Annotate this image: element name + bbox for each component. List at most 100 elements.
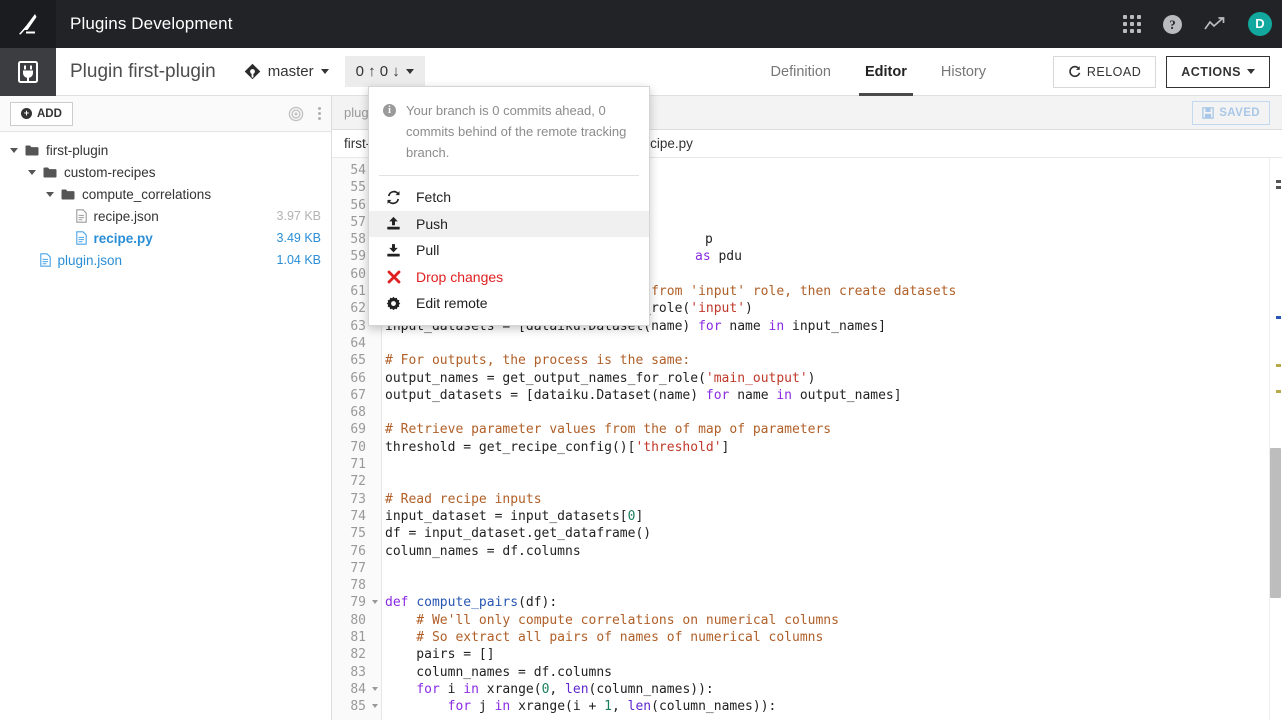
add-label: ADD (37, 107, 62, 120)
code-line: for j in xrange(i + 1, len(column_names)… (385, 698, 1282, 715)
branch-selector[interactable]: master (238, 59, 335, 84)
code-token: 'main_output' (705, 370, 808, 386)
code-token: , (549, 681, 566, 697)
tree-item-recipe-json[interactable]: recipe.json 3.97 KB (0, 205, 331, 227)
code-token: input_names] (784, 318, 886, 334)
commit-status-button[interactable]: 0 ↑ 0 ↓ (344, 56, 425, 87)
bird-logo-icon (19, 14, 37, 35)
trending-chart-icon[interactable] (1204, 16, 1226, 32)
code-token: input_dataset = input_datasets[ (385, 508, 628, 524)
avatar[interactable]: D (1248, 12, 1272, 36)
fold-toggle-icon[interactable] (372, 600, 378, 605)
code-line: # Retrieve parameter values from the of … (385, 421, 1282, 438)
code-token: # For outputs, the process is the same: (385, 353, 691, 369)
code-line: # We'll only compute correlations on num… (385, 612, 1282, 629)
tree-item-label: recipe.json (93, 208, 159, 224)
fold-toggle-icon[interactable] (372, 686, 378, 691)
code-token: ] (721, 439, 730, 455)
tree-item-recipe-py[interactable]: recipe.py 3.49 KB (0, 227, 331, 249)
menu-item-fetch[interactable]: Fetch (369, 184, 649, 211)
file-tree: first-plugin custom-recipes compute_correl… (0, 132, 331, 271)
saved-status-button[interactable]: SAVED (1192, 100, 1270, 125)
line-number: 75 (350, 526, 366, 542)
code-token: # So extract all pairs of names of numer… (385, 630, 824, 646)
code-token: 'input' (690, 301, 746, 317)
scroll-marker (1276, 186, 1281, 189)
tree-item-label: custom-recipes (64, 164, 156, 180)
more-vertical-icon[interactable] (318, 107, 321, 120)
tree-twisty-icon[interactable] (10, 147, 18, 153)
sidebar-tools (288, 106, 321, 122)
menu-item-drop-changes[interactable]: Drop changes (369, 264, 649, 291)
file-tree-sidebar: + ADD first-plugin custom-recipes compute_… (0, 96, 332, 720)
add-button[interactable]: + ADD (10, 101, 73, 126)
chevron-down-icon (1247, 69, 1255, 74)
tree-item-label: plugin.json (57, 252, 123, 268)
line-number: 81 (350, 630, 366, 646)
code-token: 'threshold' (635, 439, 722, 455)
reload-button[interactable]: RELOAD (1052, 55, 1157, 88)
sidebar-toolbar: + ADD (0, 96, 331, 132)
code-token: name (729, 387, 777, 403)
line-number: 76 (350, 543, 366, 559)
code-line: df = input_dataset.get_dataframe() (385, 525, 1282, 542)
tree-item-plugin-json[interactable]: plugin.json 1.04 KB (0, 249, 331, 271)
tree-twisty-icon[interactable] (46, 191, 54, 197)
upload-icon (385, 216, 402, 231)
line-number: 64 (350, 335, 366, 351)
menu-item-edit-remote[interactable]: Edit remote (369, 290, 649, 317)
help-icon[interactable]: ? (1163, 14, 1182, 34)
tab-definition[interactable]: Definition (771, 48, 831, 96)
tree-twisty-icon[interactable] (28, 169, 36, 175)
code-token: # Read recipe inputs (385, 491, 542, 507)
menu-spacer (369, 176, 649, 184)
folder-icon (25, 145, 39, 155)
fold-toggle-icon[interactable] (372, 704, 378, 709)
line-number: 73 (350, 491, 366, 507)
menu-label: Drop changes (416, 268, 504, 285)
tab-editor[interactable]: Editor (859, 48, 913, 96)
code-token: df = input_dataset.get_dataframe() (385, 526, 652, 542)
menu-item-pull[interactable]: Pull (369, 237, 649, 264)
code-line: output_datasets = [dataiku.Dataset(name)… (385, 387, 1282, 404)
target-icon[interactable] (288, 106, 304, 122)
tree-item-compute-correlations[interactable]: compute_correlations (0, 183, 331, 205)
menu-label: Fetch (416, 189, 452, 206)
code-token: in (776, 387, 793, 403)
code-token: # We'll only compute correlations on num… (385, 612, 839, 628)
line-number: 82 (350, 647, 366, 663)
vertical-scrollbar[interactable] (1269, 158, 1282, 720)
code-token: # Retrieve parameter values from the of … (385, 422, 832, 438)
actions-button[interactable]: ACTIONS (1166, 55, 1270, 88)
code-line: column_names = df.columns (385, 543, 1282, 560)
code-token: xrange(i + (510, 699, 605, 715)
tab-history[interactable]: History (941, 48, 986, 96)
branch-label: master (267, 63, 314, 80)
code-token: column_names = df.columns (385, 543, 581, 559)
tree-item-custom-recipes[interactable]: custom-recipes (0, 161, 331, 183)
tree-item-label: recipe.py (93, 230, 153, 246)
plugin-tabs: Definition Editor History (771, 48, 986, 96)
menu-item-push[interactable]: Push (369, 210, 649, 237)
plug-icon (0, 47, 56, 96)
info-icon: i (383, 104, 396, 117)
folder-icon (61, 189, 75, 199)
dataiku-bird-logo[interactable] (0, 0, 56, 48)
code-token: output_datasets = [dataiku.Dataset(name) (385, 387, 706, 403)
scrollbar-thumb[interactable] (1270, 448, 1281, 598)
file-icon (75, 231, 87, 245)
line-number: 78 (350, 578, 366, 594)
line-number: 85 (332, 698, 381, 715)
trending-glyph (1204, 17, 1225, 30)
line-number: 69 (350, 422, 366, 438)
code-token: i (439, 681, 464, 697)
code-token: column_names = df.columns (385, 664, 612, 680)
code-token: 1 (604, 699, 612, 715)
apps-grid-icon[interactable] (1123, 15, 1141, 33)
code-token: threshold = get_recipe_config()[ (385, 439, 636, 455)
tree-item-first-plugin[interactable]: first-plugin (0, 139, 331, 161)
gear-icon (385, 296, 402, 311)
save-disk-icon (1202, 106, 1215, 119)
